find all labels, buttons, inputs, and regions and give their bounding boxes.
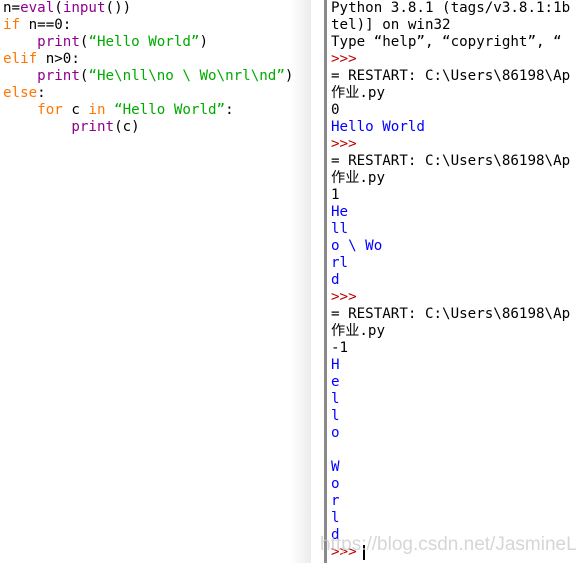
code-token: print bbox=[37, 68, 80, 84]
code-line[interactable]: if n==0: bbox=[0, 17, 311, 34]
code-token: : bbox=[37, 85, 46, 101]
code-token: print bbox=[71, 119, 115, 135]
code-token: for bbox=[37, 102, 63, 118]
code-token: n>0: bbox=[37, 51, 80, 67]
shell-line: = RESTART: C:\Users\86198\Ap bbox=[331, 68, 571, 84]
shell-line: 作业.py bbox=[331, 85, 385, 101]
shell-line: tel)] on win32 bbox=[331, 17, 451, 33]
shell-output-line: l bbox=[331, 510, 340, 526]
shell-output-line: o \ Wo bbox=[331, 238, 383, 254]
shell-output-line: d bbox=[331, 527, 340, 543]
shell-output-line: rl bbox=[331, 255, 349, 271]
shell-output-line: Hello World bbox=[331, 119, 425, 135]
code-token: elif bbox=[3, 51, 38, 67]
shell-output-line: W bbox=[331, 459, 340, 475]
shell-line: = RESTART: C:\Users\86198\Ap bbox=[331, 153, 571, 169]
code-token: print bbox=[37, 34, 80, 50]
shell-output-line: ll bbox=[331, 221, 349, 237]
code-token: (c) bbox=[114, 119, 140, 135]
shell-output-line bbox=[327, 442, 577, 459]
code-line[interactable]: for c in “Hello World”: bbox=[0, 102, 311, 119]
code-token: n= bbox=[3, 0, 21, 16]
shell-prompt: >>> bbox=[331, 544, 357, 560]
shell-line: 0 bbox=[331, 102, 340, 118]
code-token: ()) bbox=[105, 0, 132, 16]
code-line[interactable]: n=eval(input()) bbox=[0, 0, 311, 17]
code-token: “Hello World” bbox=[88, 34, 200, 50]
code-line[interactable]: elif n>0: bbox=[0, 51, 311, 68]
shell-line: 作业.py bbox=[331, 170, 385, 186]
code-token: in bbox=[88, 102, 106, 118]
shell-output-line: He bbox=[331, 204, 349, 220]
shell-output-line: H bbox=[331, 357, 340, 373]
shell-line: = RESTART: C:\Users\86198\Ap bbox=[331, 306, 571, 322]
code-token: if bbox=[3, 17, 21, 33]
shell-line: -1 bbox=[331, 340, 349, 356]
code-token: “Hello World” bbox=[114, 102, 226, 118]
shell-prompt: >>> bbox=[331, 136, 357, 152]
text-cursor bbox=[362, 544, 365, 560]
shell-prompt: >>> bbox=[331, 51, 357, 67]
shell-output-line: d bbox=[331, 272, 340, 288]
shell-output-line: e bbox=[331, 374, 340, 390]
code-token: : bbox=[225, 102, 234, 118]
code-line[interactable]: print(“Hello World”) bbox=[0, 34, 311, 51]
shell-line: 1 bbox=[331, 187, 340, 203]
code-token: input bbox=[62, 0, 106, 16]
code-token: c bbox=[62, 102, 89, 118]
code-token: ( bbox=[54, 0, 63, 16]
code-token: else bbox=[3, 85, 38, 101]
code-line[interactable]: print(c) bbox=[0, 119, 311, 136]
shell-line: Type “help”, “copyright”, “ bbox=[331, 34, 562, 50]
shell-output-line: o bbox=[331, 476, 340, 492]
code-line[interactable]: print(“He\nll\no \ Wo\nrl\nd”) bbox=[0, 68, 311, 85]
shell-pane[interactable]: Python 3.8.1 (tags/v3.8.1:1b tel)] on win… bbox=[327, 0, 577, 563]
shell-output-line: l bbox=[331, 408, 340, 424]
code-token: ) bbox=[199, 34, 209, 50]
code-token: n==0: bbox=[20, 17, 72, 33]
shell-line: 作业.py bbox=[331, 323, 385, 339]
shell-prompt: >>> bbox=[331, 289, 357, 305]
code-token: “He\nll\no \ Wo\nrl\nd” bbox=[88, 68, 285, 84]
editor-pane[interactable]: n=eval(input()) if n==0: print(“Hello Wor… bbox=[0, 0, 311, 563]
shell-output-line: l bbox=[331, 391, 340, 407]
code-line[interactable]: else: bbox=[0, 85, 311, 102]
shell-output-line: o bbox=[331, 425, 340, 441]
shell-output-line: r bbox=[331, 493, 340, 509]
shell-input-line[interactable]: >>> bbox=[327, 544, 577, 561]
code-token: eval bbox=[20, 0, 55, 16]
code-token: ) bbox=[284, 68, 294, 84]
shell-line: Python 3.8.1 (tags/v3.8.1:1b bbox=[331, 0, 571, 16]
